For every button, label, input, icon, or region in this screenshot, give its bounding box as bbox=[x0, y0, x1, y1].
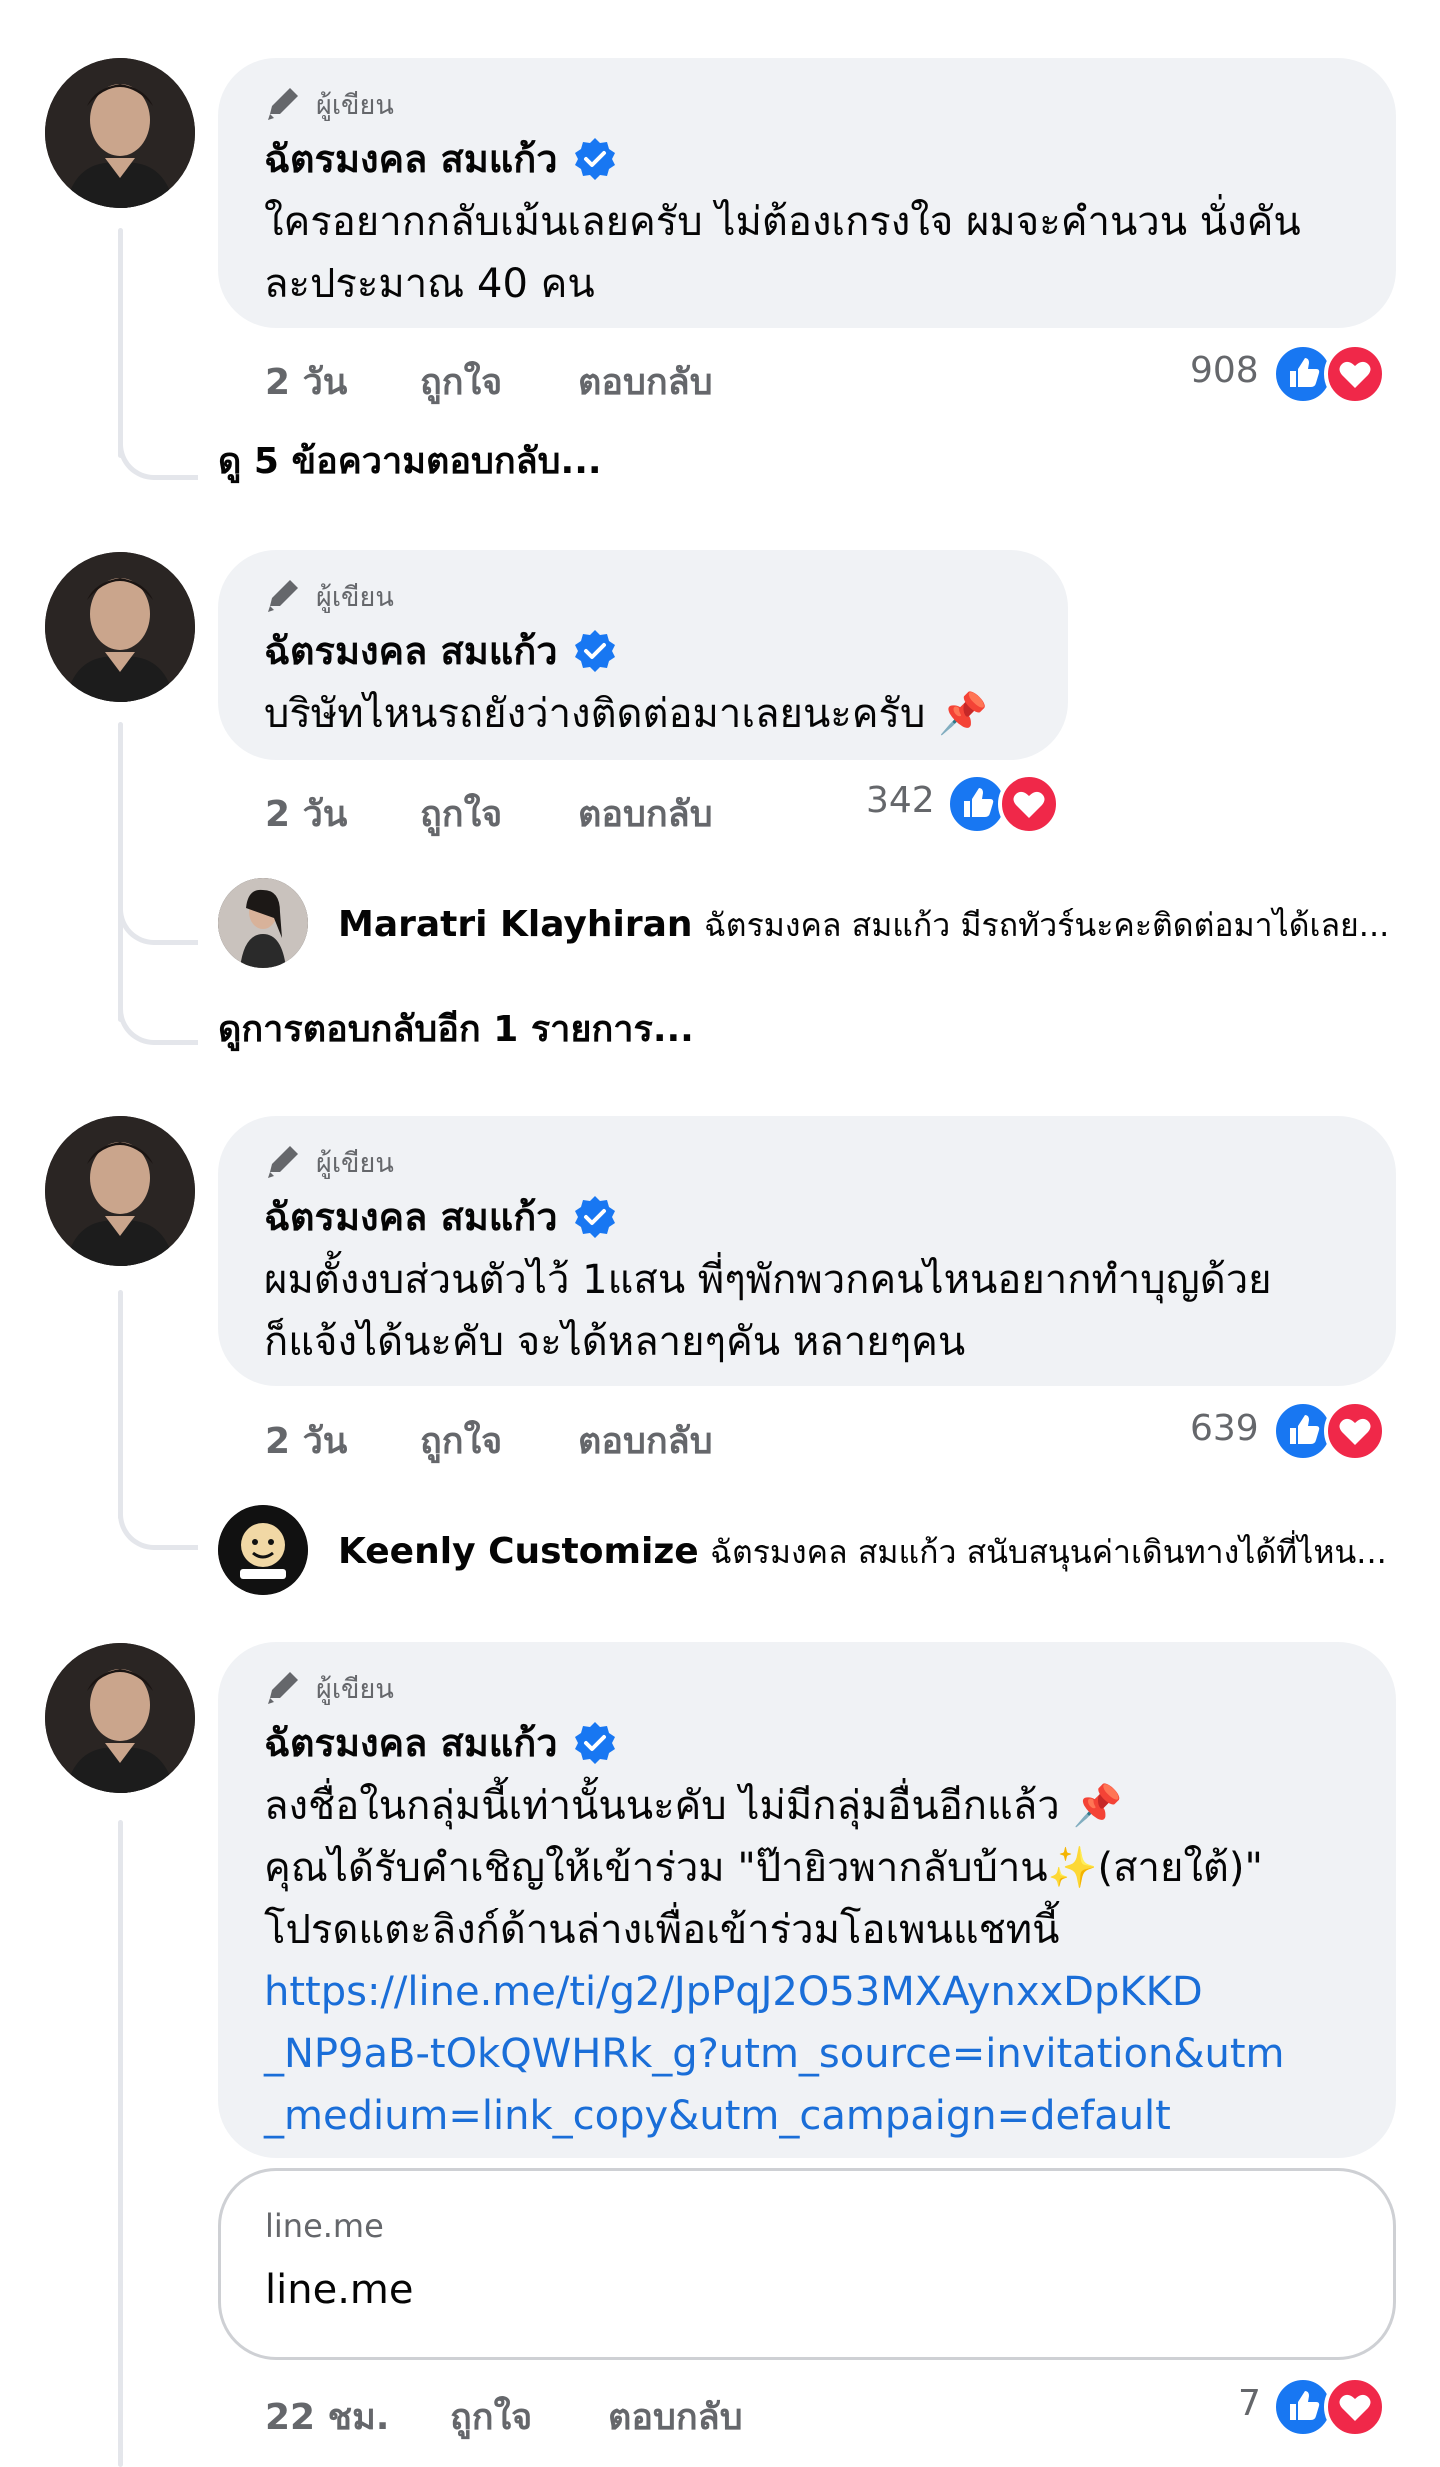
reply-preview[interactable]: Maratri Klayhiran ฉัตรมงคล สมแก้ว มีรถทั… bbox=[338, 900, 1389, 951]
reaction-count[interactable]: 908 bbox=[1190, 350, 1259, 391]
pencil-icon bbox=[268, 1146, 298, 1178]
thread-curve bbox=[118, 1480, 198, 1550]
reaction-icons[interactable] bbox=[1272, 1400, 1392, 1462]
reply-button[interactable]: ตอบกลับ bbox=[608, 2388, 743, 2445]
reply-avatar[interactable] bbox=[218, 878, 308, 968]
comment-body: ลงชื่อในกลุ่มนี้เท่านั้นนะคับ ไม่มีกลุ่ม… bbox=[264, 1783, 1263, 1953]
author-badge: ผู้เขียน bbox=[316, 1673, 394, 1705]
comment-text: ผมตั้งงบส่วนตัวไว้ 1แสน พี่ๆพักพวกคนไหนอ… bbox=[264, 1257, 1272, 1365]
author-badge: ผู้เขียน bbox=[316, 89, 394, 121]
author-name[interactable]: ฉัตรมงคล สมแก้ว bbox=[264, 128, 558, 189]
reply-preview[interactable]: Keenly Customize ฉัตรมงคล สมแก้ว สนับสนุ… bbox=[338, 1527, 1387, 1578]
love-reaction-icon bbox=[998, 773, 1060, 835]
invite-link[interactable]: https://line.me/ti/g2/JpPqJ2O53MXAynxxDp… bbox=[264, 1969, 1285, 2139]
thread-curve bbox=[118, 975, 198, 1045]
reaction-icons[interactable] bbox=[1272, 343, 1392, 405]
love-reaction-icon bbox=[1324, 2376, 1386, 2438]
verified-badge-icon bbox=[574, 1195, 615, 1238]
author-badge: ผู้เขียน bbox=[316, 581, 394, 613]
author-name[interactable]: ฉัตรมงคล สมแก้ว bbox=[264, 1712, 558, 1773]
like-button[interactable]: ถูกใจ bbox=[420, 353, 502, 410]
thread-curve bbox=[118, 880, 198, 945]
view-more-replies[interactable]: ดู 5 ข้อความตอบกลับ... bbox=[218, 432, 602, 489]
view-more-replies[interactable]: ดูการตอบกลับอีก 1 รายการ... bbox=[218, 1000, 694, 1057]
comment-time: 2 วัน bbox=[265, 794, 348, 835]
like-button[interactable]: ถูกใจ bbox=[420, 785, 502, 842]
link-preview-title: line.me bbox=[265, 2267, 414, 2313]
thread-line bbox=[118, 1820, 123, 2467]
comment-bubble: ผู้เขียน ฉัตรมงคล สมแก้ว บริษัทไหนรถยังว… bbox=[218, 550, 1068, 760]
reply-author[interactable]: Keenly Customize bbox=[338, 1531, 699, 1572]
pencil-icon bbox=[268, 88, 298, 120]
author-avatar[interactable] bbox=[45, 1643, 195, 1793]
reply-button[interactable]: ตอบกลับ bbox=[578, 1412, 713, 1469]
reaction-icons[interactable] bbox=[946, 773, 1066, 835]
reply-button[interactable]: ตอบกลับ bbox=[578, 353, 713, 410]
reaction-count[interactable]: 342 bbox=[866, 780, 935, 821]
comment-bubble: ผู้เขียน ฉัตรมงคล สมแก้ว ลงชื่อในกลุ่มนี… bbox=[218, 1642, 1396, 2158]
author-name[interactable]: ฉัตรมงคล สมแก้ว bbox=[264, 620, 558, 681]
reply-author[interactable]: Maratri Klayhiran bbox=[338, 904, 693, 945]
author-badge: ผู้เขียน bbox=[316, 1147, 394, 1179]
reaction-count[interactable]: 7 bbox=[1238, 2383, 1261, 2424]
reaction-icons[interactable] bbox=[1272, 2376, 1392, 2438]
love-reaction-icon bbox=[1324, 1400, 1386, 1462]
comment-time: 22 ชม. bbox=[265, 2397, 390, 2438]
comment-text: ลงชื่อในกลุ่มนี้เท่านั้นนะคับ ไม่มีกลุ่ม… bbox=[264, 1775, 1348, 2147]
comment-bubble: ผู้เขียน ฉัตรมงคล สมแก้ว ใครอยากกลับเม้น… bbox=[218, 58, 1396, 328]
love-reaction-icon bbox=[1324, 343, 1386, 405]
pencil-icon bbox=[268, 580, 298, 612]
reply-avatar[interactable] bbox=[218, 1505, 308, 1595]
comment-text: ใครอยากกลับเม้นเลยครับ ไม่ต้องเกรงใจ ผมจ… bbox=[264, 199, 1301, 307]
verified-badge-icon bbox=[574, 137, 615, 180]
reply-button[interactable]: ตอบกลับ bbox=[578, 785, 713, 842]
author-avatar[interactable] bbox=[45, 1116, 195, 1266]
like-button[interactable]: ถูกใจ bbox=[450, 2388, 532, 2445]
verified-badge-icon bbox=[574, 629, 615, 672]
verified-badge-icon bbox=[574, 1721, 615, 1764]
thread-curve bbox=[118, 410, 198, 480]
comment-time: 2 วัน bbox=[265, 362, 348, 403]
comment-time: 2 วัน bbox=[265, 1421, 348, 1462]
reaction-count[interactable]: 639 bbox=[1190, 1408, 1259, 1449]
author-avatar[interactable] bbox=[45, 58, 195, 208]
link-preview-card[interactable]: line.me line.me bbox=[218, 2168, 1396, 2360]
comment-bubble: ผู้เขียน ฉัตรมงคล สมแก้ว ผมตั้งงบส่วนตัว… bbox=[218, 1116, 1396, 1386]
reply-text: ฉัตรมงคล สมแก้ว สนับสนุนค่าเดินทางได้ที่… bbox=[710, 1533, 1387, 1571]
reply-text: ฉัตรมงคล สมแก้ว มีรถทัวร์นะคะติดต่อมาได้… bbox=[704, 906, 1390, 944]
link-preview-domain: line.me bbox=[265, 2207, 384, 2245]
like-button[interactable]: ถูกใจ bbox=[420, 1412, 502, 1469]
author-name[interactable]: ฉัตรมงคล สมแก้ว bbox=[264, 1186, 558, 1247]
pencil-icon bbox=[268, 1672, 298, 1704]
author-avatar[interactable] bbox=[45, 552, 195, 702]
comment-text: บริษัทไหนรถยังว่างติดต่อมาเลยนะครับ 📌 bbox=[264, 691, 988, 737]
